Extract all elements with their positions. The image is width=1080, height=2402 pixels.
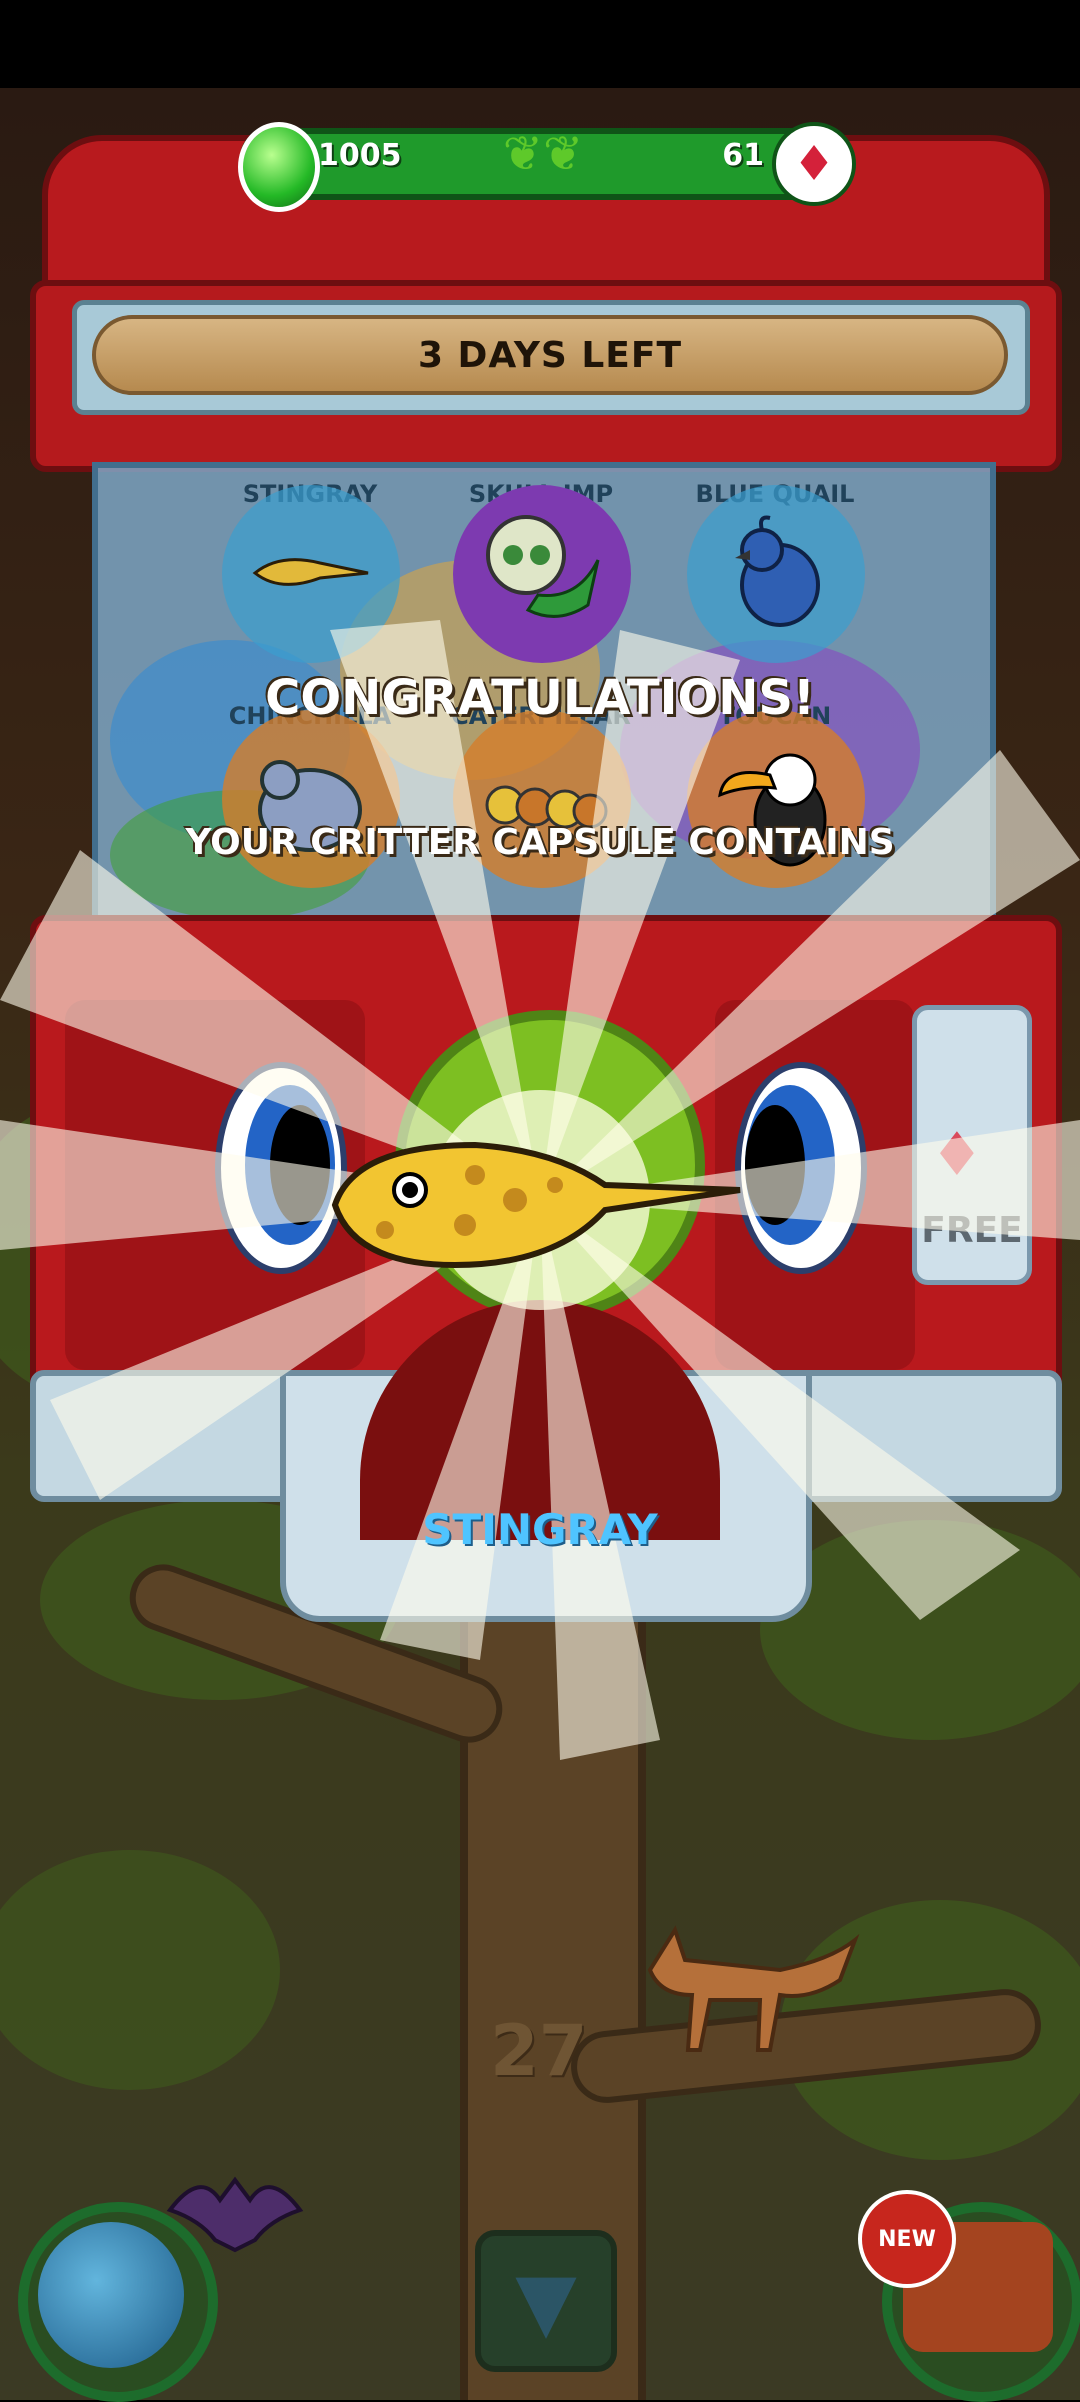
revealed-stingray [331,1141,741,1269]
down-arrow-icon: ▼ [515,2254,577,2348]
fox-critter[interactable] [630,1900,860,2060]
red-gem-count: 61 [722,138,764,173]
days-left-banner: 3 DAYS LEFT [92,315,1008,395]
status-bar [0,0,1080,88]
green-gem-count: 1005 [318,138,402,173]
tree-level-number: 27 [490,2010,588,2092]
leaf-ornament-icon: ❦❦ [502,126,584,182]
reward-critter-name: STINGRAY [422,1505,658,1554]
scroll-down-button[interactable]: ▼ [475,2230,617,2372]
new-badge: NEW [858,2190,956,2288]
globe-icon [38,2222,184,2368]
congratulations-title: CONGRATULATIONS! [265,670,815,726]
green-gem-icon[interactable] [238,122,320,212]
capsule-contains-text: YOUR CRITTER CAPSULE CONTAINS [185,822,895,863]
red-crystal-icon[interactable]: ♦ [772,122,856,206]
days-left-text: 3 DAYS LEFT [417,334,683,376]
stingray-small-icon [252,558,369,586]
